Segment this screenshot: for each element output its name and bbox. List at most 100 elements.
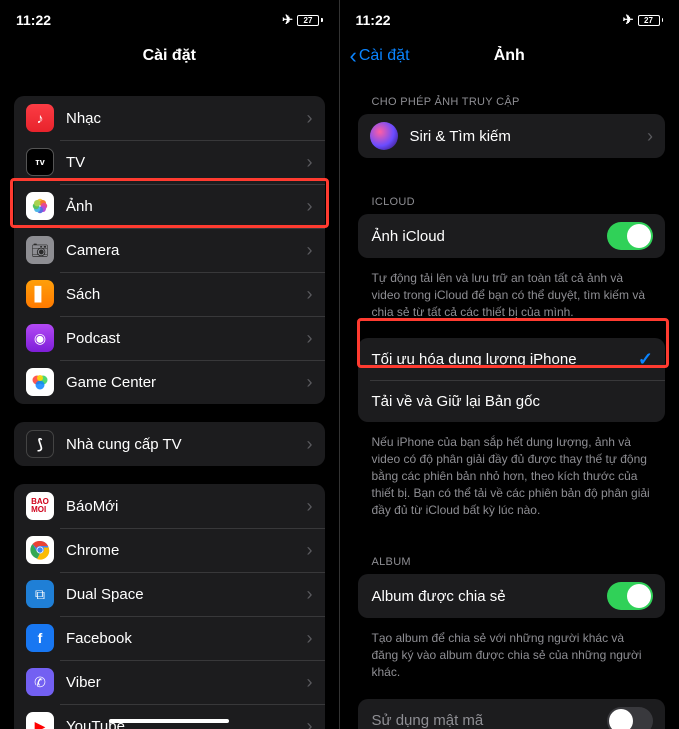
status-indicators: ✈ 27 [282,12,322,28]
photos-icon [26,192,54,220]
battery-icon: 27 [638,15,664,26]
settings-group-tv-provider: ⟆ Nhà cung cấp TV › [14,422,325,466]
settings-row-baomoi[interactable]: BAOMOI BáoMới › [14,484,325,528]
row-icloud-photos[interactable]: Ảnh iCloud [358,214,666,258]
row-label: Tải về và Giữ lại Bản gốc [372,393,654,410]
row-shared-album[interactable]: Album được chia sẻ [358,574,666,618]
facebook-icon: f [26,624,54,652]
provider-icon: ⟆ [26,430,54,458]
back-button[interactable]: ‹ Cài đặt [350,45,410,67]
toggle-shared-album[interactable] [607,582,653,610]
optimize-description: Nếu iPhone của bạn sắp hết dung lượng, ả… [358,428,666,536]
settings-group-apple-apps: ♪ Nhạc › ᴛᴠ TV › Ảnh › 📷︎ Camera › ▋ S [14,96,325,404]
back-label: Cài đặt [359,47,410,65]
chevron-right-icon: › [307,673,313,691]
chevron-right-icon: › [307,197,313,215]
viber-icon: ✆ [26,668,54,696]
siri-icon [370,122,398,150]
row-label: Facebook [66,630,307,647]
podcast-icon: ◉ [26,324,54,352]
music-icon: ♪ [26,104,54,132]
row-download-originals[interactable]: Tải về và Giữ lại Bản gốc [358,380,666,422]
row-label: Nhạc [66,110,307,127]
nav-bar: ‹ Cài đặt Ảnh [340,36,679,76]
status-time: 11:22 [356,12,391,28]
page-title: Ảnh [494,47,525,65]
airplane-icon: ✈ [282,12,293,28]
chevron-right-icon: › [307,541,313,559]
settings-row-facebook[interactable]: f Facebook › [14,616,325,660]
chrome-icon [26,536,54,564]
page-title: Cài đặt [143,47,196,65]
row-label: Viber [66,674,307,691]
row-label: Dual Space [66,586,307,603]
row-label: Sách [66,286,307,303]
row-label: TV [66,154,307,171]
chevron-right-icon: › [307,497,313,515]
gamecenter-icon [26,368,54,396]
row-label: Game Center [66,374,307,391]
settings-row-camera[interactable]: 📷︎ Camera › [14,228,325,272]
camera-icon: 📷︎ [26,236,54,264]
status-bar: 11:22 ✈ 27 [340,0,679,36]
row-label: Ảnh [66,198,307,215]
row-label: BáoMới [66,498,307,515]
home-indicator[interactable] [109,719,229,723]
settings-row-tv[interactable]: ᴛᴠ TV › [14,140,325,184]
row-label: Siri & Tìm kiếm [410,128,648,145]
group-shared-album: Album được chia sẻ [358,574,666,618]
row-label: Chrome [66,542,307,559]
row-label: Tối ưu hóa dung lượng iPhone [372,351,638,368]
settings-row-photos[interactable]: Ảnh › [14,184,325,228]
baomoi-icon: BAOMOI [26,492,54,520]
chevron-right-icon: › [307,109,313,127]
status-indicators: ✈ 27 [623,12,663,28]
nav-bar: Cài đặt [0,36,339,76]
icloud-description: Tự động tải lên và lưu trữ an toàn tất c… [358,264,666,338]
row-optimize[interactable]: Tối ưu hóa dung lượng iPhone ✓ [358,338,666,380]
settings-row-youtube[interactable]: ▶ YouTube › [14,704,325,729]
chevron-right-icon: › [307,285,313,303]
chevron-right-icon: › [307,435,313,453]
chevron-right-icon: › [307,241,313,259]
settings-row-gamecenter[interactable]: Game Center › [14,360,325,404]
settings-row-dualspace[interactable]: ⧉ Dual Space › [14,572,325,616]
row-label: Sử dụng mật mã [372,712,608,729]
row-label: Ảnh iCloud [372,228,608,245]
settings-list[interactable]: ♪ Nhạc › ᴛᴠ TV › Ảnh › 📷︎ Camera › ▋ S [0,76,339,729]
group-icloud-photos: Ảnh iCloud [358,214,666,258]
settings-row-books[interactable]: ▋ Sách › [14,272,325,316]
status-time: 11:22 [16,12,51,28]
tv-icon: ᴛᴠ [26,148,54,176]
checkmark-icon: ✓ [638,349,653,370]
section-header-access: CHO PHÉP ẢNH TRUY CẬP [358,76,666,114]
chevron-right-icon: › [307,629,313,647]
chevron-left-icon: ‹ [350,45,357,67]
youtube-icon: ▶ [26,712,54,729]
battery-icon: 27 [297,15,323,26]
left-screenshot: 11:22 ✈ 27 Cài đặt ♪ Nhạc › ᴛᴠ TV › [0,0,340,729]
section-header-icloud: ICLOUD [358,176,666,214]
settings-row-podcast[interactable]: ◉ Podcast › [14,316,325,360]
airplane-icon: ✈ [623,12,634,28]
shared-description: Tạo album để chia sẻ với những người khá… [358,624,666,698]
photos-settings[interactable]: CHO PHÉP ẢNH TRUY CẬP Siri & Tìm kiếm › … [340,76,679,729]
group-optimize: Tối ưu hóa dung lượng iPhone ✓ Tải về và… [358,338,666,422]
toggle-icloud-photos[interactable] [607,222,653,250]
row-passcode[interactable]: Sử dụng mật mã [358,699,666,729]
chevron-right-icon: › [307,153,313,171]
row-label: Podcast [66,330,307,347]
chevron-right-icon: › [307,717,313,729]
settings-row-viber[interactable]: ✆ Viber › [14,660,325,704]
settings-row-tvprovider[interactable]: ⟆ Nhà cung cấp TV › [14,422,325,466]
settings-group-third-party: BAOMOI BáoMới › Chrome › ⧉ Dual Space › … [14,484,325,729]
group-access: Siri & Tìm kiếm › [358,114,666,158]
dualspace-icon: ⧉ [26,580,54,608]
settings-row-music[interactable]: ♪ Nhạc › [14,96,325,140]
chevron-right-icon: › [307,329,313,347]
row-siri[interactable]: Siri & Tìm kiếm › [358,114,666,158]
chevron-right-icon: › [307,585,313,603]
settings-row-chrome[interactable]: Chrome › [14,528,325,572]
row-label: Album được chia sẻ [372,588,608,605]
toggle-passcode[interactable] [607,707,653,729]
